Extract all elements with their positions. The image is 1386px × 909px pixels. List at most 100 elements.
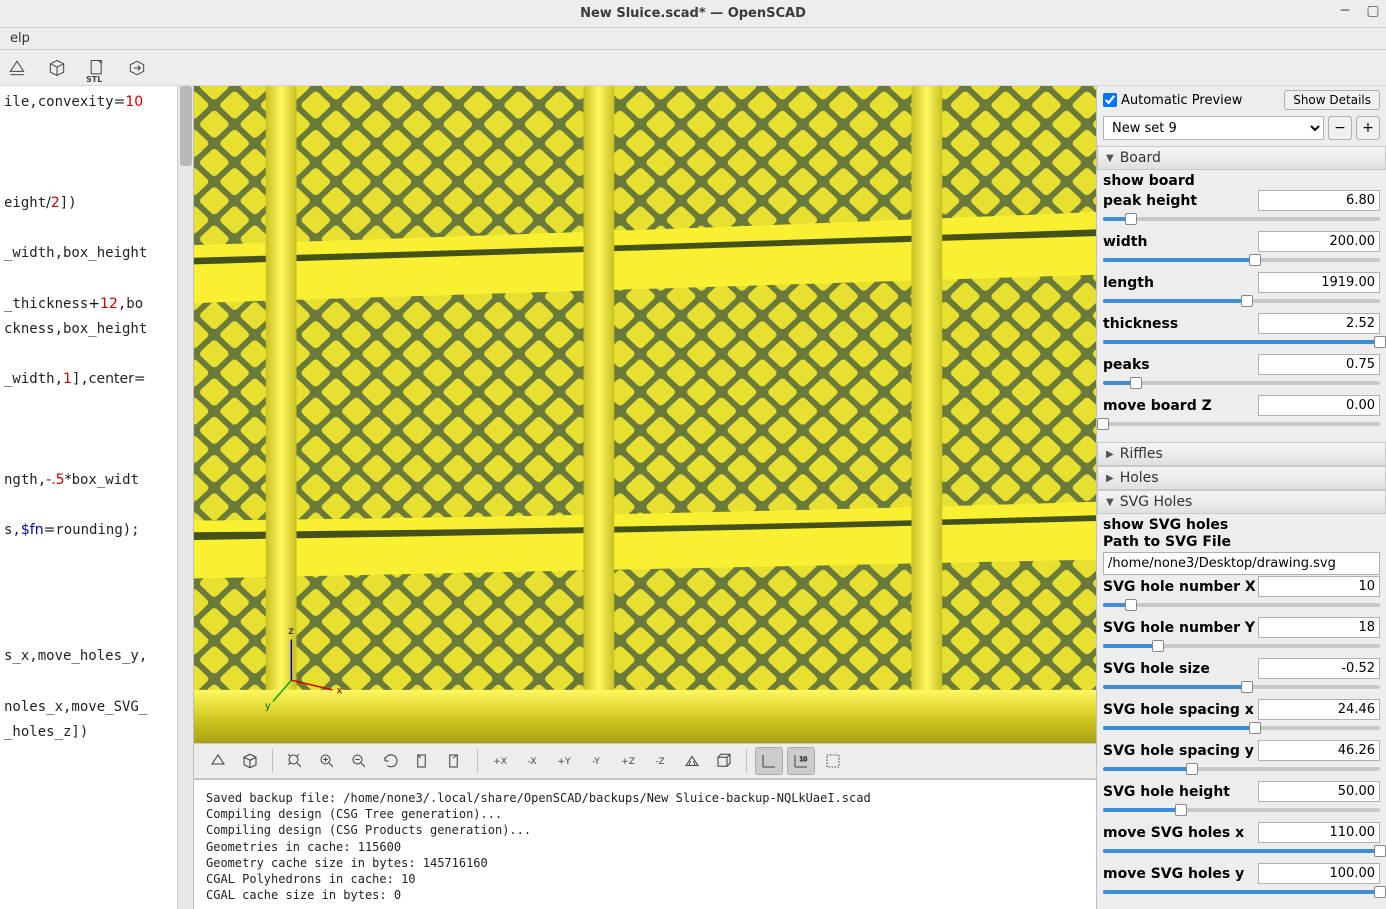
param-input[interactable] [1258, 863, 1380, 884]
show-details-button[interactable]: Show Details [1284, 90, 1380, 110]
render-icon[interactable] [46, 57, 68, 79]
main-toolbar: STL [0, 50, 1386, 86]
show-board-label: show board [1103, 173, 1380, 189]
right-view-icon[interactable]: +X [486, 747, 514, 775]
param-slider[interactable] [1103, 886, 1380, 898]
bottom-view-icon[interactable]: -Z [646, 747, 674, 775]
section-header-holes[interactable]: ▶ Holes [1097, 466, 1386, 490]
svg-text:y: y [265, 701, 271, 712]
param-slider[interactable] [1103, 599, 1380, 611]
param-slider[interactable] [1103, 763, 1380, 775]
param-input[interactable] [1258, 231, 1380, 252]
editor-scrollbar-thumb[interactable] [180, 86, 192, 166]
maximize-button[interactable]: ▢ [1366, 4, 1380, 18]
param-slider[interactable] [1103, 295, 1380, 307]
param-slider[interactable] [1103, 640, 1380, 652]
param-label: SVG hole size [1103, 661, 1258, 677]
section-body-svg-holes: show SVG holes Path to SVG File SVG hole… [1097, 514, 1386, 909]
viewport-3d[interactable]: x y z [194, 86, 1096, 743]
menu-help[interactable]: elp [4, 31, 36, 46]
ortho-icon[interactable] [710, 747, 738, 775]
param-input[interactable] [1258, 617, 1380, 638]
param-slider[interactable] [1103, 418, 1380, 430]
chevron-right-icon: ▶ [1106, 473, 1114, 484]
left-view-icon[interactable]: -X [518, 747, 546, 775]
param-input[interactable] [1258, 781, 1380, 802]
svg-path-input[interactable] [1103, 552, 1380, 575]
auto-preview-label: Automatic Preview [1121, 93, 1242, 108]
top-view-icon[interactable]: +Z [614, 747, 642, 775]
param-input[interactable] [1258, 354, 1380, 375]
editor-scrollbar[interactable] [177, 86, 193, 909]
param-label: length [1103, 275, 1258, 291]
view-bookmark2-icon[interactable] [441, 747, 469, 775]
show-crosshair-icon[interactable] [819, 747, 847, 775]
param-input[interactable] [1258, 576, 1380, 597]
zoom-in-icon[interactable] [313, 747, 341, 775]
view-bookmark1-icon[interactable] [409, 747, 437, 775]
param-label: SVG hole number Y [1103, 620, 1258, 636]
section-header-riffles[interactable]: ▶ Riffles [1097, 442, 1386, 466]
param-slider[interactable] [1103, 804, 1380, 816]
viewport-toolbar: +X -X +Y -Y +Z -Z 10 [194, 743, 1096, 779]
param-input[interactable] [1258, 313, 1380, 334]
back-view-icon[interactable]: -Y [582, 747, 610, 775]
param-slider[interactable] [1103, 213, 1380, 225]
param-slider[interactable] [1103, 845, 1380, 857]
param-label: move board Z [1103, 398, 1258, 414]
param-label: peaks [1103, 357, 1258, 373]
param-label: move SVG holes x [1103, 825, 1258, 841]
section-title-board: Board [1120, 150, 1161, 166]
auto-preview-checkbox[interactable]: Automatic Preview [1103, 93, 1242, 108]
perspective-icon[interactable] [678, 747, 706, 775]
param-label: SVG hole height [1103, 784, 1258, 800]
auto-preview-input[interactable] [1103, 93, 1117, 107]
param-slider[interactable] [1103, 377, 1380, 389]
param-input[interactable] [1258, 395, 1380, 416]
zoom-out-icon[interactable] [345, 747, 373, 775]
param-label: peak height [1103, 193, 1258, 209]
show-axes-icon[interactable] [755, 747, 783, 775]
preset-add-button[interactable]: + [1356, 116, 1380, 140]
customizer-panel: Automatic Preview Show Details New set 9… [1096, 86, 1386, 909]
param-slider[interactable] [1103, 681, 1380, 693]
param-input[interactable] [1258, 822, 1380, 843]
param-input[interactable] [1258, 658, 1380, 679]
zoom-all-icon[interactable] [281, 747, 309, 775]
chevron-right-icon: ▶ [1106, 449, 1114, 460]
section-header-board[interactable]: ▼ Board [1097, 146, 1386, 170]
title-bar: New Sluice.scad* — OpenSCAD ─ ▢ [0, 0, 1386, 28]
view-render-icon[interactable] [236, 747, 264, 775]
window-controls: ─ ▢ [1338, 4, 1380, 18]
window-title: New Sluice.scad* — OpenSCAD [580, 6, 806, 21]
send-icon[interactable] [126, 57, 148, 79]
param-label: width [1103, 234, 1258, 250]
code-editor[interactable]: ile,convexity=10 eight/2]) _width,box_he… [0, 86, 194, 909]
minimize-button[interactable]: ─ [1338, 4, 1352, 18]
param-input[interactable] [1258, 190, 1380, 211]
console-output[interactable]: Saved backup file: /home/none3/.local/sh… [194, 779, 1096, 909]
param-input[interactable] [1258, 272, 1380, 293]
chevron-down-icon: ▼ [1106, 153, 1114, 164]
param-slider[interactable] [1103, 254, 1380, 266]
reset-view-icon[interactable] [377, 747, 405, 775]
preview-icon[interactable] [6, 57, 28, 79]
param-label: SVG hole spacing y [1103, 743, 1258, 759]
show-scale-icon[interactable]: 10 [787, 747, 815, 775]
preset-delete-button[interactable]: − [1328, 116, 1352, 140]
section-header-svg-holes[interactable]: ▼ SVG Holes [1097, 490, 1386, 514]
code-text[interactable]: ile,convexity=10 eight/2]) _width,box_he… [0, 86, 193, 749]
export-stl-icon[interactable]: STL [86, 57, 108, 79]
preset-select[interactable]: New set 9 [1103, 116, 1324, 140]
svg-path-label: Path to SVG File [1103, 534, 1380, 550]
front-view-icon[interactable]: +Y [550, 747, 578, 775]
param-slider[interactable] [1103, 722, 1380, 734]
param-input[interactable] [1258, 699, 1380, 720]
view-preview-icon[interactable] [204, 747, 232, 775]
param-label: SVG hole spacing x [1103, 702, 1258, 718]
section-title-holes: Holes [1120, 470, 1159, 486]
chevron-down-icon: ▼ [1106, 497, 1114, 508]
param-slider[interactable] [1103, 336, 1380, 348]
param-input[interactable] [1258, 740, 1380, 761]
show-svg-holes-label: show SVG holes [1103, 517, 1380, 533]
